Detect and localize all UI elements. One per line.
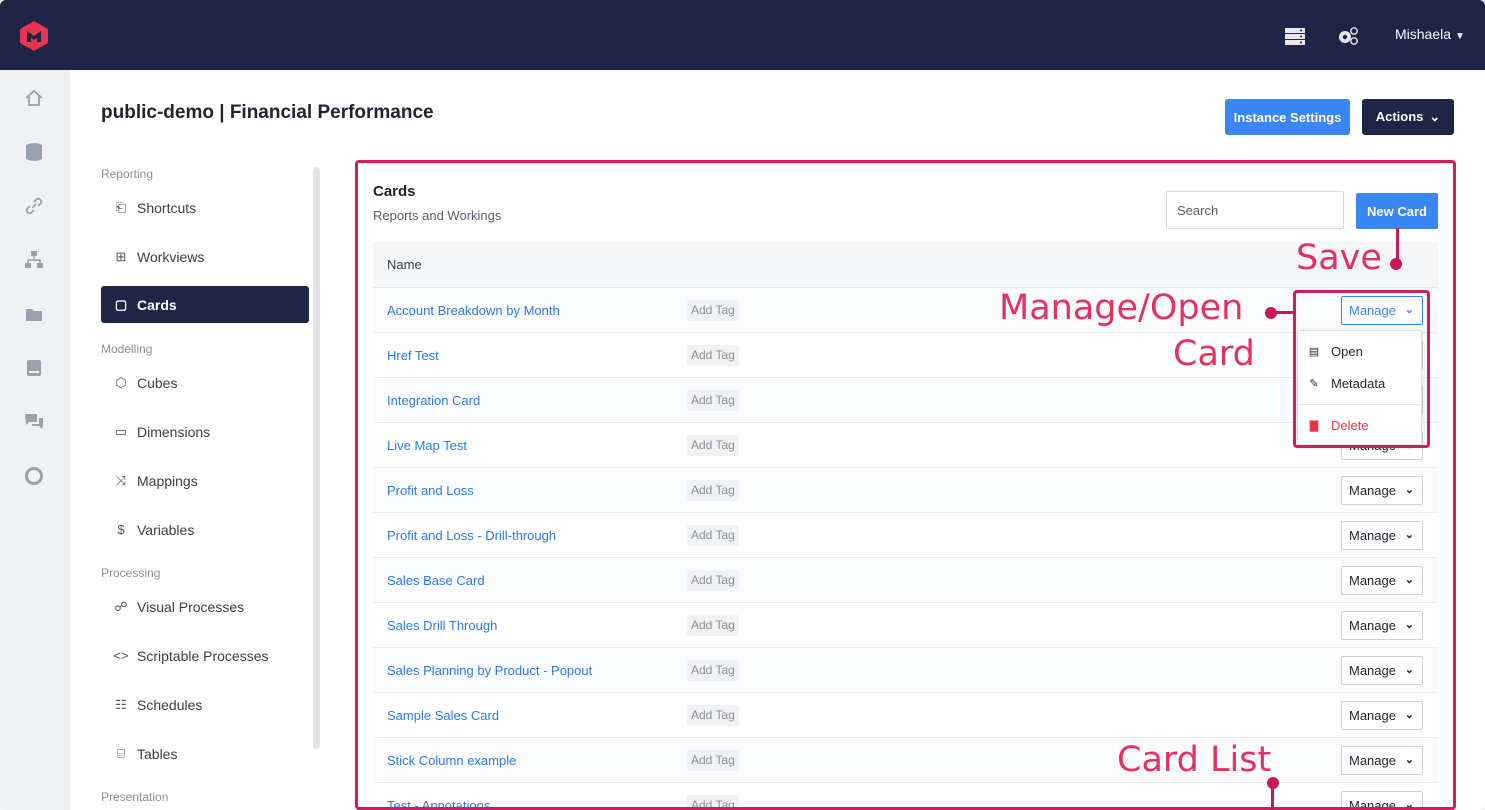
sitemap-icon[interactable] — [24, 250, 44, 270]
nav-item-mappings[interactable]: ⤨ Mappings — [101, 462, 309, 499]
manage-open-annotation-line — [1271, 311, 1295, 314]
nav-section-modelling: Modelling — [101, 342, 153, 356]
nav-section-presentation: Presentation — [101, 790, 169, 804]
calendar-icon: ☷ — [115, 696, 127, 712]
nav-scrollbar[interactable] — [313, 167, 320, 749]
nav-item-label: Mappings — [137, 472, 198, 489]
nav-item-cubes[interactable]: ⬡ Cubes — [101, 364, 309, 401]
shuffle-icon: ⤨ — [115, 472, 127, 488]
app-logo-icon[interactable] — [18, 20, 50, 52]
nav-item-workviews[interactable]: ⊞ Workviews — [101, 238, 309, 275]
nav-item-shortcuts[interactable]: ⎗ Shortcuts — [101, 189, 309, 226]
manage-open-card-highlight — [1293, 290, 1430, 448]
nav-item-label: Workviews — [137, 248, 205, 265]
home-icon[interactable] — [24, 88, 44, 108]
chevron-down-icon: ▼ — [1455, 31, 1465, 42]
manage-open-annotation-line1: Manage/Open — [999, 288, 1244, 328]
code-icon: <> — [113, 648, 129, 663]
nav-section-processing: Processing — [101, 566, 161, 580]
nav-item-variables[interactable]: $ Variables — [101, 511, 309, 548]
nav-item-label: Scriptable Processes — [137, 647, 269, 664]
book-icon[interactable] — [24, 358, 44, 378]
instance-settings-button[interactable]: Instance Settings — [1225, 99, 1350, 135]
nav-item-schedules[interactable]: ☷ Schedules — [101, 686, 309, 723]
save-annotation-line — [1396, 228, 1399, 262]
gears-icon[interactable] — [1337, 26, 1359, 46]
grid-icon: ⊞ — [115, 248, 127, 264]
chevron-down-icon: ⌄ — [1429, 109, 1441, 124]
nav-item-label: Tables — [137, 745, 178, 762]
nav-item-tables[interactable]: ⌸ Tables — [101, 735, 309, 772]
actions-button[interactable]: Actions ⌄ — [1362, 99, 1454, 135]
cube-icon: ⬡ — [115, 374, 127, 390]
shortcut-icon: ⎗ — [115, 199, 127, 215]
card-list-annotation-line — [1271, 780, 1274, 810]
card-list-annotation: Card List — [1117, 740, 1272, 780]
nav-item-label: Visual Processes — [137, 598, 245, 615]
nav-item-cards[interactable]: ▢ Cards — [101, 286, 309, 323]
lifebuoy-icon[interactable] — [24, 466, 44, 486]
link-icon[interactable] — [24, 196, 44, 216]
actions-label: Actions — [1375, 109, 1424, 124]
database-icon[interactable] — [24, 142, 44, 162]
manage-open-annotation-line2: Card — [1173, 334, 1255, 374]
comments-icon[interactable] — [24, 412, 44, 432]
database-icon: ⌸ — [117, 745, 125, 761]
nav-item-label: Variables — [137, 521, 195, 538]
nav-item-dimensions[interactable]: ▭ Dimensions — [101, 413, 309, 450]
nav-section-reporting: Reporting — [101, 167, 154, 181]
app-frame: Mishaela ▼ public-demo | Financial Perfor… — [0, 0, 1485, 810]
save-annotation-dot — [1390, 258, 1402, 270]
folders-icon[interactable] — [24, 304, 44, 324]
card-list-highlight — [355, 160, 1456, 810]
page-title: public-demo | Financial Performance — [101, 102, 434, 123]
nav-item-label: Dimensions — [137, 423, 211, 440]
top-bar: Mishaela ▼ — [0, 0, 1485, 70]
nav-item-label: Shortcuts — [137, 199, 197, 216]
server-icon[interactable] — [1284, 26, 1306, 46]
dimension-icon: ▭ — [114, 423, 128, 439]
save-annotation: Save — [1296, 238, 1382, 278]
user-menu[interactable]: Mishaela ▼ — [1395, 26, 1465, 42]
card-icon: ▢ — [114, 296, 128, 312]
nav-item-scriptable-processes[interactable]: <> Scriptable Processes — [101, 637, 309, 674]
flow-icon: ☍ — [114, 598, 128, 614]
nav-item-label: Schedules — [137, 696, 203, 713]
nav-item-visual-processes[interactable]: ☍ Visual Processes — [101, 588, 309, 625]
icon-rail — [0, 70, 70, 810]
user-name: Mishaela — [1395, 26, 1452, 42]
dollar-icon: $ — [117, 522, 125, 537]
nav-item-label: Cubes — [137, 374, 178, 391]
nav-item-label: Cards — [137, 296, 177, 313]
